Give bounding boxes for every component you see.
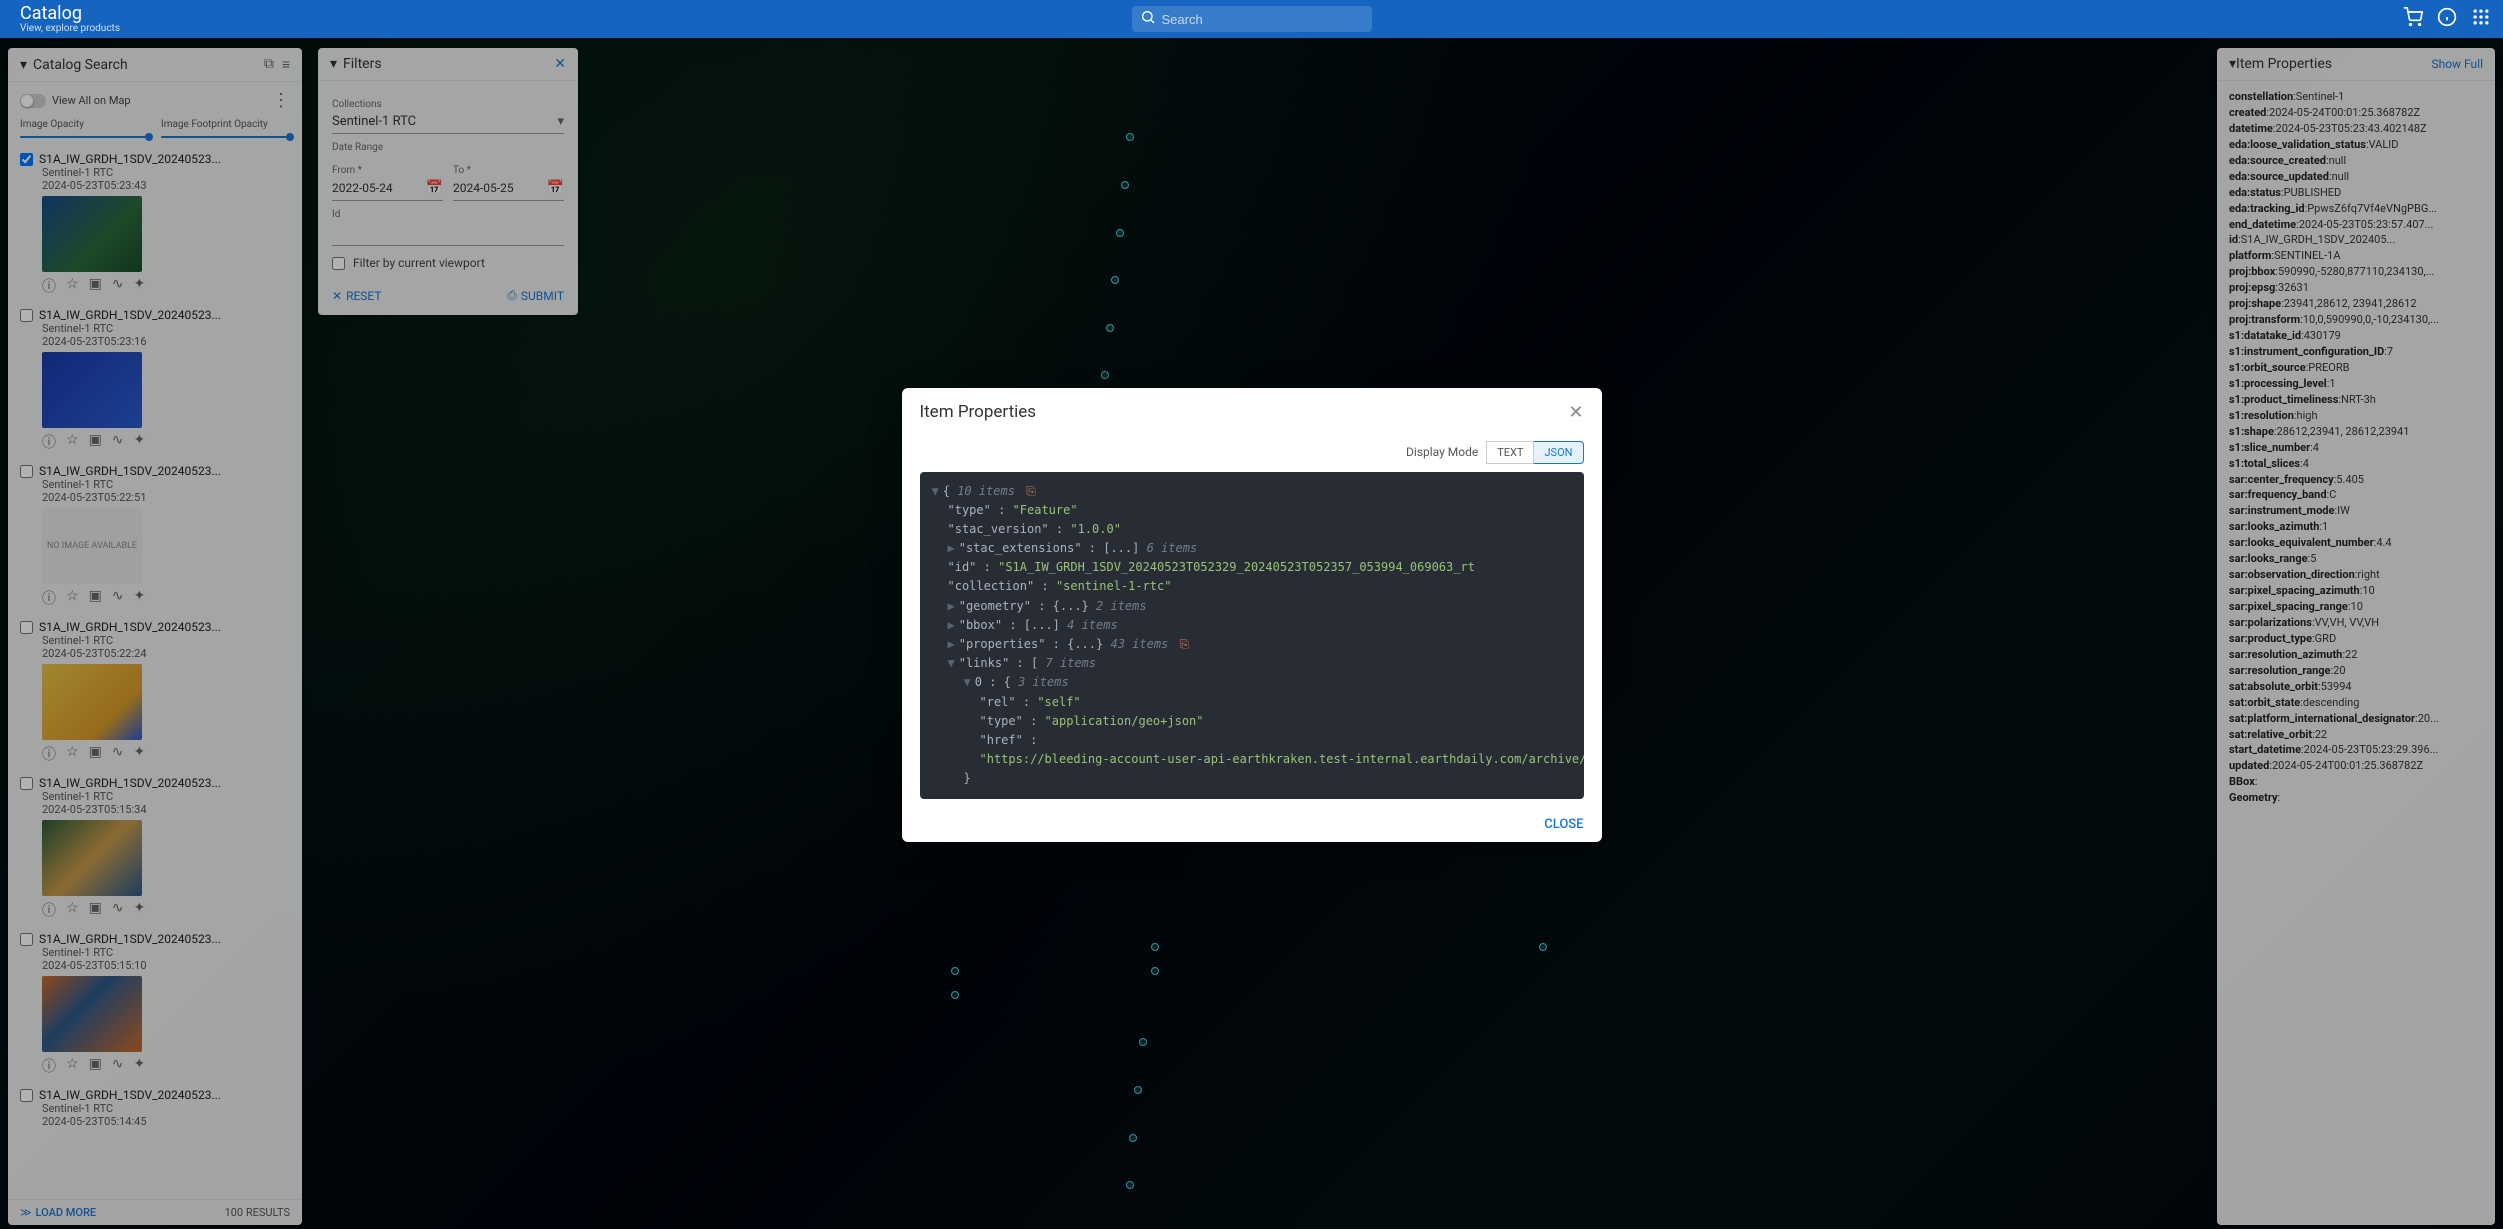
item-properties-modal: Item Properties ✕ Display Mode TEXT JSON… [902, 388, 1602, 842]
brand: Catalog View, explore products [20, 5, 120, 34]
mode-text-button[interactable]: TEXT [1486, 441, 1534, 464]
search-icon [1140, 9, 1156, 29]
display-mode-label: Display Mode [1406, 445, 1478, 459]
modal-overlay[interactable]: Item Properties ✕ Display Mode TEXT JSON… [0, 0, 2503, 1229]
app-topbar: Catalog View, explore products [0, 0, 2503, 38]
search-input[interactable] [1162, 12, 1364, 27]
close-icon[interactable]: ✕ [1568, 402, 1583, 423]
mode-json-button[interactable]: JSON [1534, 441, 1583, 464]
global-search[interactable] [1132, 6, 1372, 32]
modal-title: Item Properties [920, 402, 1037, 422]
cart-icon[interactable] [2403, 7, 2423, 31]
app-subtitle: View, explore products [20, 23, 120, 34]
close-button[interactable]: CLOSE [1544, 817, 1583, 832]
app-title: Catalog [20, 5, 120, 23]
info-icon[interactable] [2437, 7, 2457, 31]
json-viewer[interactable]: ▼{ 10 items ⎘ "type" : "Feature" "stac_v… [920, 472, 1584, 799]
apps-icon[interactable] [2471, 7, 2491, 31]
